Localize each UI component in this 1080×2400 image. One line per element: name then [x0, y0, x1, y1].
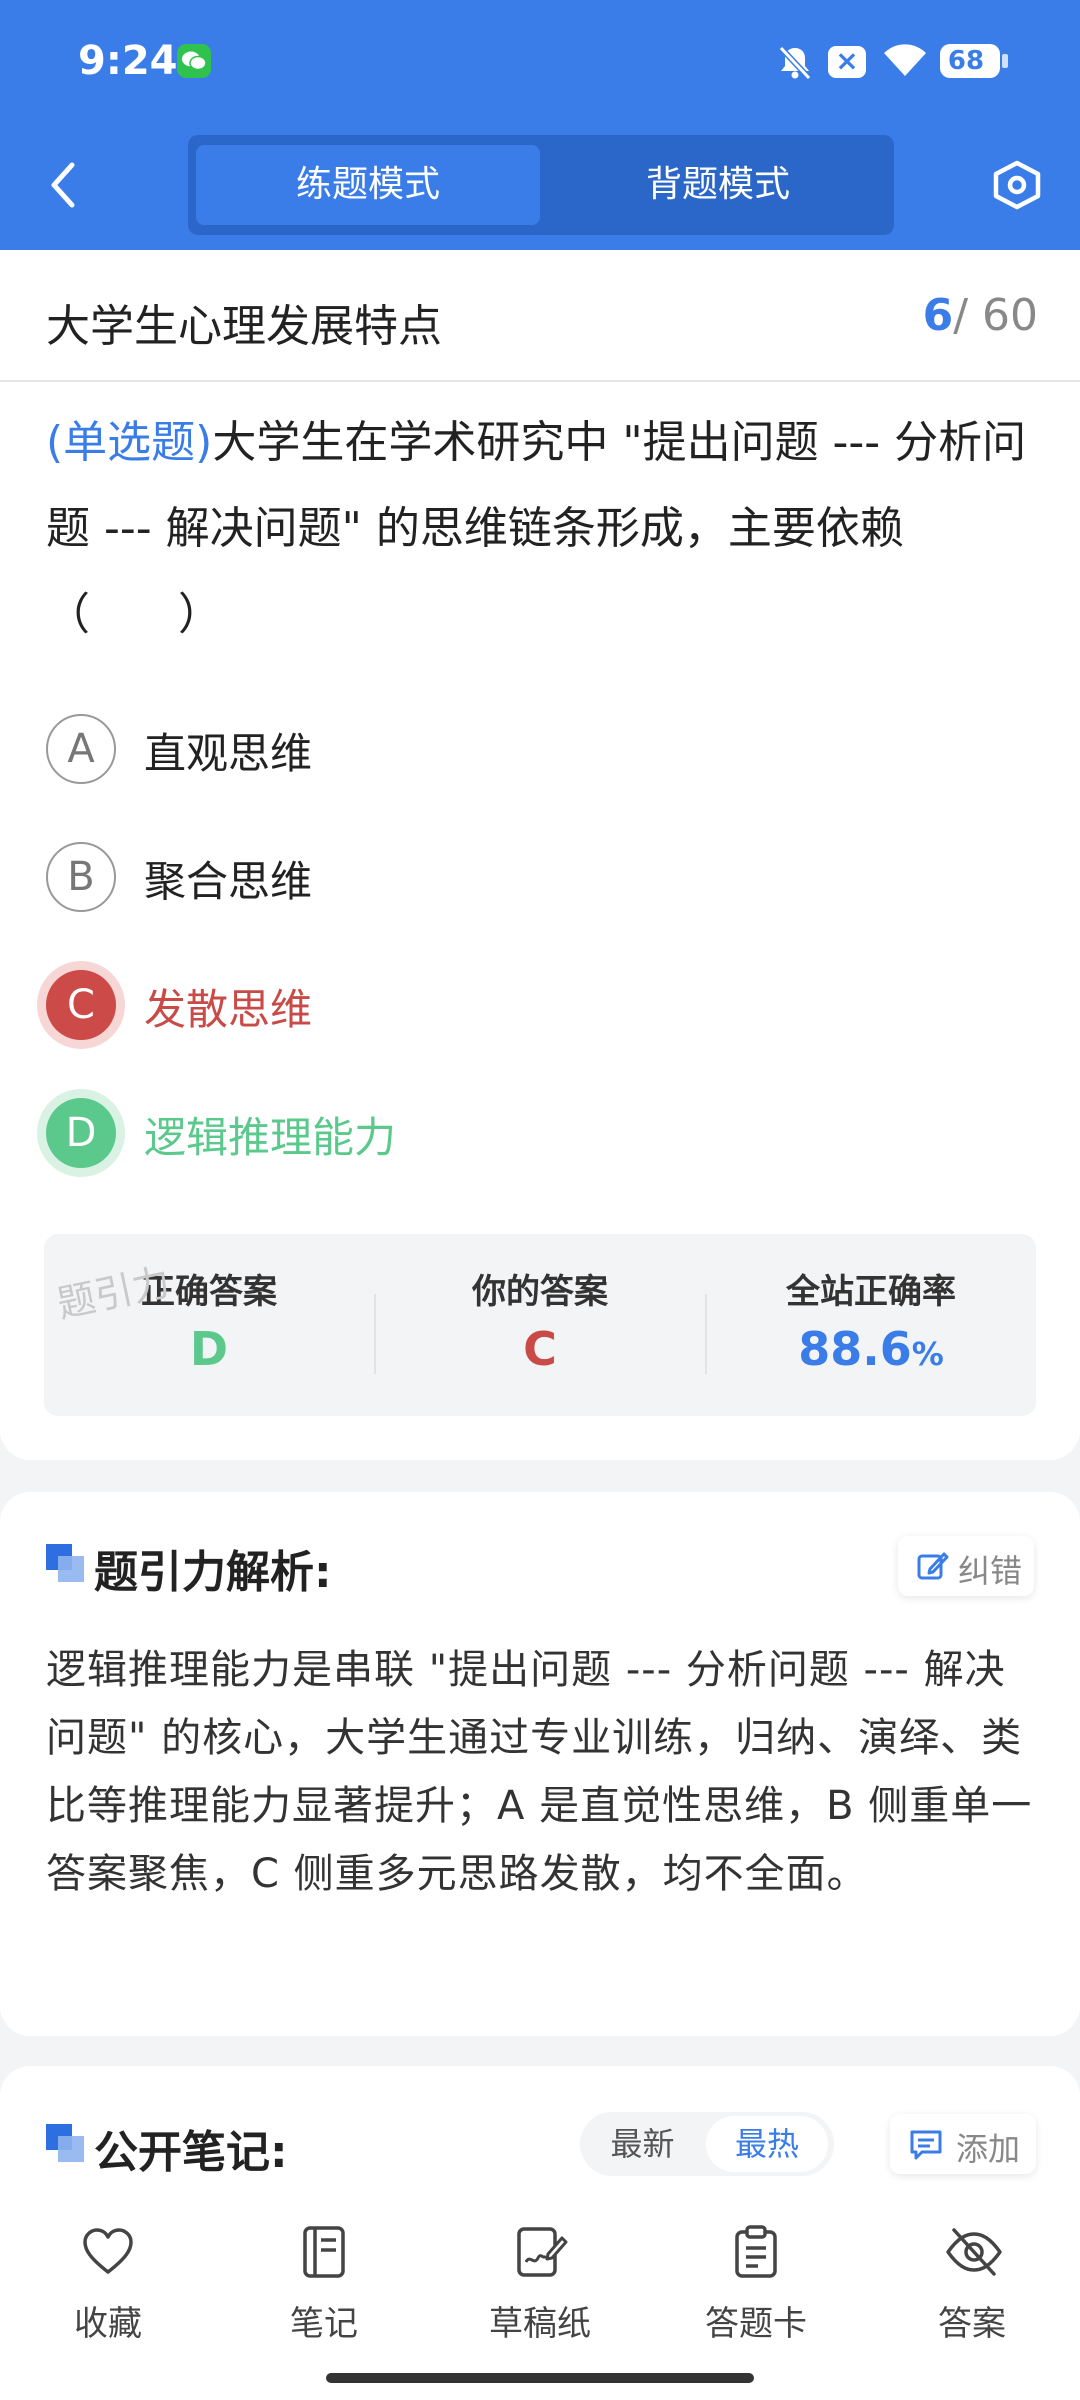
- nav-draft[interactable]: 草稿纸: [455, 2224, 625, 2344]
- heart-icon: [83, 2228, 133, 2274]
- eye-off-icon: [946, 2228, 1002, 2276]
- nav-label: 笔记: [290, 2304, 358, 2344]
- accuracy-col: 全站正确率 88.6%: [706, 1234, 1036, 1416]
- accuracy-number: 88.6: [798, 1322, 912, 1376]
- correct-answer-value: D: [189, 1322, 229, 1376]
- wifi-icon: [880, 40, 930, 84]
- option-c[interactable]: C 发散思维: [40, 956, 1040, 1056]
- draft-icon: [517, 2227, 568, 2277]
- option-letter: B: [46, 842, 116, 912]
- accuracy-label: 全站正确率: [786, 1272, 956, 1312]
- option-d[interactable]: D 逻辑推理能力: [40, 1084, 1040, 1184]
- status-time: 9:24: [78, 38, 178, 84]
- question-text: (单选题)大学生在学术研究中 "提出问题 --- 分析问题 --- 解决问题" …: [46, 400, 1036, 658]
- battery-icon: 68: [940, 44, 1000, 78]
- analysis-title: 题引力解析:: [94, 1547, 332, 1598]
- add-note-button[interactable]: 添加: [890, 2114, 1036, 2174]
- sort-hottest[interactable]: 最热: [706, 2116, 828, 2172]
- notebook-icon: [303, 2226, 345, 2278]
- nav-label: 答案: [938, 2304, 1006, 2344]
- back-button[interactable]: [40, 155, 90, 215]
- mode-switch: 练题模式 背题模式: [188, 135, 894, 235]
- clipboard-icon: [735, 2225, 777, 2278]
- notes-sort-switch: 最新 最热: [580, 2112, 834, 2176]
- edit-icon: [917, 1552, 949, 1580]
- option-text: 发散思维: [144, 985, 313, 1034]
- accuracy-unit: %: [911, 1335, 944, 1373]
- option-text: 直观思维: [144, 729, 313, 778]
- option-letter: D: [46, 1098, 116, 1168]
- report-error-button[interactable]: 纠错: [898, 1536, 1034, 1596]
- correct-answer-col: 正确答案 D: [44, 1234, 374, 1416]
- nav-label: 草稿纸: [489, 2304, 591, 2344]
- divider: [0, 380, 1080, 382]
- bottom-nav: 收藏 笔记 草稿纸 答题卡 答案: [0, 2190, 1080, 2400]
- chapter-title: 大学生心理发展特点: [46, 301, 442, 352]
- nav-label: 收藏: [74, 2304, 142, 2344]
- section-squares-icon: [46, 2124, 86, 2164]
- mute-bell-icon: [775, 42, 815, 86]
- analysis-card: 题引力解析: 纠错 逻辑推理能力是串联 "提出问题 --- 分析问题 --- 解…: [0, 1492, 1080, 2036]
- nav-answer[interactable]: 答案: [887, 2224, 1057, 2344]
- comment-icon: [910, 2130, 942, 2160]
- your-answer-label: 你的答案: [472, 1272, 608, 1312]
- section-squares-icon: [46, 1544, 86, 1584]
- tab-practice-mode[interactable]: 练题模式: [196, 145, 540, 225]
- question-type: (单选题): [46, 417, 213, 468]
- option-text: 逻辑推理能力: [144, 1113, 397, 1162]
- tab-memorize-mode[interactable]: 背题模式: [546, 145, 890, 225]
- wechat-icon: [177, 44, 211, 78]
- accuracy-value: 88.6%: [706, 1322, 1036, 1376]
- settings-hexagon-icon[interactable]: [990, 155, 1041, 215]
- report-error-label: 纠错: [958, 1552, 1023, 1590]
- your-answer-col: 你的答案 C: [375, 1234, 705, 1416]
- answer-result-box: 正确答案 D 你的答案 C 全站正确率 88.6%: [44, 1234, 1036, 1416]
- nav-notes[interactable]: 笔记: [239, 2224, 409, 2344]
- option-letter: C: [46, 970, 116, 1040]
- option-a[interactable]: A 直观思维: [40, 700, 1040, 800]
- your-answer-value: C: [523, 1322, 557, 1376]
- app-header: 9:24 × 68 练题模式 背题模式: [0, 0, 1080, 250]
- option-letter: A: [46, 714, 116, 784]
- notes-title: 公开笔记:: [94, 2127, 288, 2178]
- battery-level: 68: [947, 46, 985, 76]
- option-text: 聚合思维: [144, 857, 313, 906]
- nav-favorite[interactable]: 收藏: [23, 2224, 193, 2344]
- nav-label: 答题卡: [705, 2304, 807, 2344]
- nav-answer-sheet[interactable]: 答题卡: [671, 2224, 841, 2344]
- option-b[interactable]: B 聚合思维: [40, 828, 1040, 928]
- notification-x-icon: ×: [828, 44, 866, 78]
- sort-newest[interactable]: 最新: [580, 2112, 705, 2176]
- progress-total: / 60: [953, 290, 1038, 341]
- question-progress: 6/ 60: [900, 290, 1038, 341]
- battery-tip: [1002, 54, 1008, 68]
- progress-current: 6: [922, 290, 954, 341]
- add-note-label: 添加: [956, 2130, 1021, 2168]
- analysis-text: 逻辑推理能力是串联 "提出问题 --- 分析问题 --- 解决问题" 的核心，大…: [46, 1647, 1033, 1897]
- home-indicator[interactable]: [326, 2373, 754, 2383]
